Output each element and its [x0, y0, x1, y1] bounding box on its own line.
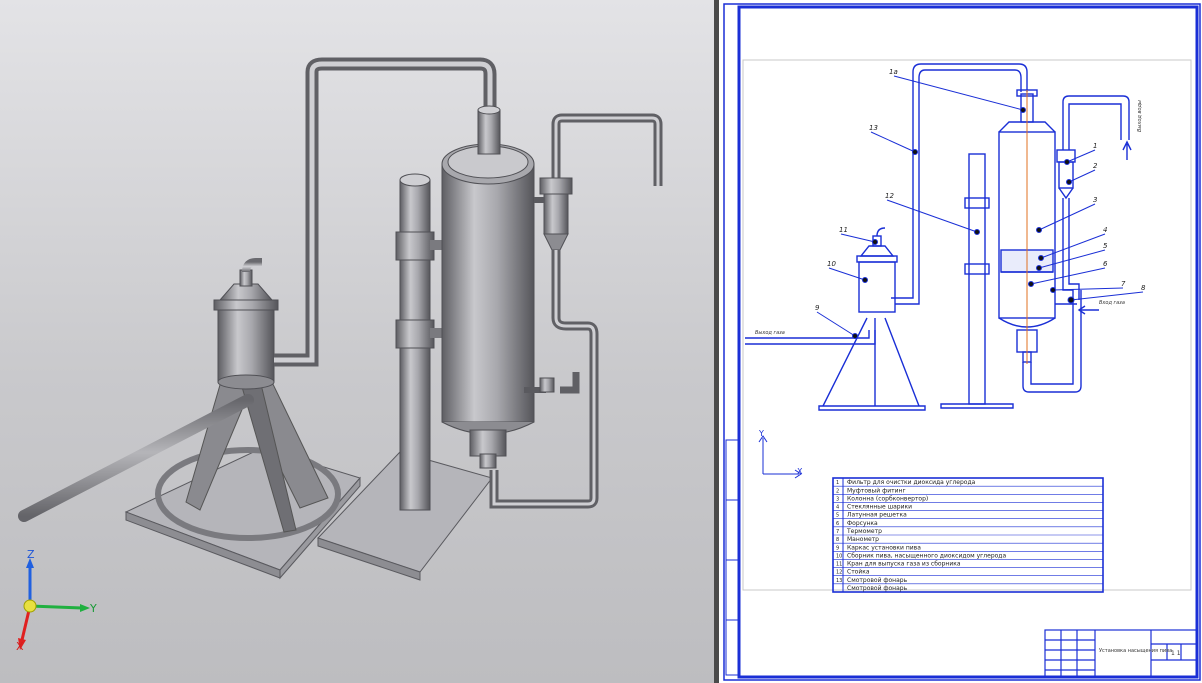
spec-row-number: 7 — [836, 529, 839, 535]
spec-row-number: 3 — [836, 496, 839, 502]
callout-4: 4 — [1103, 226, 1107, 234]
axis-2d-indicator — [758, 435, 802, 479]
spec-row-number: 10 — [836, 553, 842, 559]
collector-vessel — [213, 258, 279, 390]
spec-row: 5 Латунная решетка — [833, 510, 1103, 519]
callout-7: 7 — [1121, 280, 1126, 288]
spec-row-name: Манометр — [847, 536, 879, 543]
axis-x-label: X — [16, 640, 24, 653]
spec-row: 9 Каркас установки пива — [833, 542, 1103, 551]
spec-row-name: Каркас установки пива — [847, 544, 921, 551]
spec-row-number: 6 — [836, 521, 839, 527]
callout-5: 5 — [1103, 242, 1108, 250]
spec-row-name: Термометр — [846, 528, 882, 535]
spec-row-name: Стойка — [847, 569, 870, 576]
3d-viewport[interactable]: Z Y X — [0, 0, 714, 683]
spec-row-name: Форсунка — [847, 520, 878, 527]
callout-1a: 1a — [889, 68, 898, 76]
spec-row: 2 Муфтовый фитинг — [833, 485, 1103, 494]
spec-row: 4 Стеклянные шарики — [833, 502, 1103, 511]
callout-1: 1 — [1093, 142, 1097, 150]
spec-row-name: Стеклянные шарики — [847, 504, 912, 511]
spec-row-name: Колонна (сорбконвертор) — [847, 495, 928, 502]
spec-row-number: 1 — [836, 480, 839, 486]
spec-row-name: Смотровой фонарь — [847, 577, 908, 584]
spec-row-number: 12 — [836, 570, 842, 576]
title-block-title: Установка насыщения пива — [1099, 648, 1172, 654]
spec-row-number: 13 — [836, 578, 842, 584]
callout-8: 8 — [1141, 284, 1146, 292]
spec-table: 1 Фильтр для очистки диоксида углерода 2 Му… — [832, 477, 1104, 593]
spec-row: 3 Колонна (сорбконвертор) — [833, 493, 1103, 502]
spec-row-name: Сборник пива, насыщенного диоксидом угле… — [847, 552, 1006, 559]
spec-row: Смотровой фонарь — [833, 583, 1103, 592]
schematic-drawing — [745, 63, 1132, 411]
callout-10: 10 — [827, 260, 836, 268]
axis-2d-y: Y — [758, 429, 764, 438]
spec-row: 6 Форсунка — [833, 518, 1103, 527]
drawing-sheet-viewport[interactable]: 1a 1 2 3 4 5 6 7 8 9 10 11 12 13 Выход г… — [719, 0, 1202, 683]
flow-label-top: Выход воды — [1137, 100, 1143, 132]
sorption-column — [441, 105, 555, 469]
title-block-sheet: 1 1 — [1171, 650, 1181, 657]
callout-13: 13 — [869, 124, 878, 132]
3d-model-scene[interactable] — [0, 0, 714, 683]
drawing-sheet: 1a 1 2 3 4 5 6 7 8 9 10 11 12 13 Выход г… — [723, 3, 1201, 681]
spec-row-number: 11 — [836, 562, 842, 568]
spec-row-name: Муфтовый фитинг — [847, 487, 906, 494]
spec-row: 8 Манометр — [833, 534, 1103, 543]
callout-leaders — [816, 75, 1144, 339]
spec-row-name: Смотровой фонарь — [847, 585, 908, 592]
spec-row-name: Фильтр для очистки диоксида углерода — [847, 479, 976, 486]
spec-row-number: 4 — [836, 505, 839, 511]
spec-row-number: 2 — [836, 488, 839, 494]
axis-2d-x: X — [797, 467, 803, 476]
callout-11: 11 — [839, 226, 848, 234]
spec-row: 12 Стойка — [833, 567, 1103, 576]
flow-label-inlet: Вход газа — [1099, 300, 1125, 306]
spec-row-name: Кран для выпуска газа из сборника — [847, 561, 961, 568]
spec-row-name: Латунная решетка — [847, 512, 907, 519]
axis-z-label: Z — [27, 548, 35, 561]
flow-label-exit: Выход газа — [755, 330, 785, 336]
spec-row: 13 Смотровой фонарь — [833, 575, 1103, 584]
spec-row-number: 8 — [836, 537, 839, 543]
spec-row: 7 Термометр — [833, 526, 1103, 535]
callout-2: 2 — [1093, 162, 1098, 170]
callout-6: 6 — [1103, 260, 1108, 268]
spec-row-number: 9 — [836, 545, 839, 551]
axis-gizmo — [18, 558, 90, 650]
spec-row: 11 Кран для выпуска газа из сборника — [833, 559, 1103, 568]
spec-row: 1 Фильтр для очистки диоксида углерода — [836, 479, 976, 486]
axis-y-label: Y — [90, 602, 97, 615]
stand-post — [395, 173, 448, 511]
callout-9: 9 — [815, 304, 820, 312]
callout-3: 3 — [1093, 196, 1097, 204]
spec-row-number: 5 — [836, 513, 839, 519]
spec-row: 10 Сборник пива, насыщенного диоксидом уг… — [833, 550, 1103, 559]
callout-12: 12 — [885, 192, 894, 200]
